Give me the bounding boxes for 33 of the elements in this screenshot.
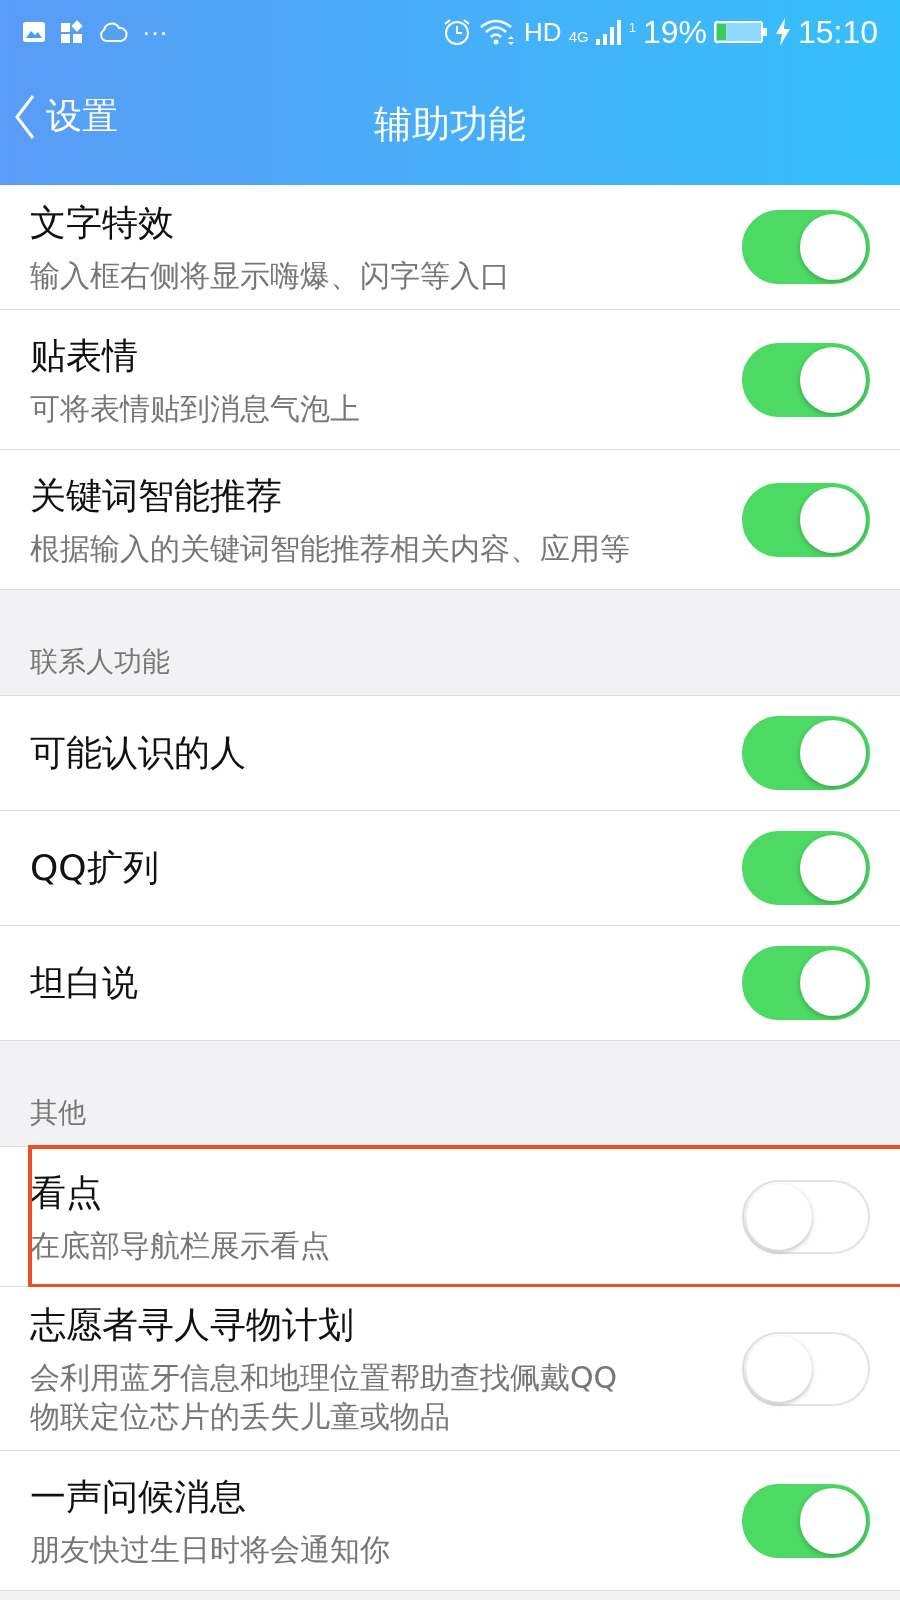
charging-icon (774, 18, 791, 46)
sim-number: 1 (628, 19, 636, 35)
cloud-icon (98, 21, 128, 43)
back-chevron-icon (14, 92, 36, 141)
setting-title: 坦白说 (30, 960, 139, 1005)
network-label: HD (524, 16, 562, 48)
signal-icon (595, 19, 622, 45)
setting-description: 朋友快过生日时将会通知你 (30, 1530, 391, 1569)
setting-title: 文字特效 (30, 201, 175, 245)
battery-icon (713, 20, 768, 44)
back-button[interactable]: 设置 (14, 92, 118, 141)
setting-description: 在底部导航栏展示看点 (30, 1226, 331, 1265)
back-label[interactable]: 设置 (46, 92, 118, 141)
setting-description: 根据输入的关键词智能推荐相关内容、应用等 (30, 529, 631, 568)
setting-description: 输入框右侧将显示嗨爆、闪字等入口 (30, 257, 511, 295)
picture-icon (22, 21, 46, 43)
clock-time: 15:10 (797, 13, 878, 51)
setting-description: 会利用蓝牙信息和地理位置帮助查找佩戴QQ物联定位芯片的丢失儿童或物品 (30, 1359, 619, 1436)
setting-title: 贴表情 (30, 333, 139, 378)
setting-title: 一声问候消息 (30, 1474, 247, 1519)
section-header: 其他 (30, 1095, 86, 1131)
setting-description: 可将表情贴到消息气泡上 (30, 389, 361, 428)
setting-title: 志愿者寻人寻物计划 (30, 1303, 355, 1347)
battery-percent: 19% (642, 13, 707, 51)
setting-title: 看点 (30, 1170, 103, 1215)
page-title: 辅助功能 (374, 101, 526, 148)
setting-title: QQ扩列 (30, 845, 160, 890)
network-type: 4G (568, 27, 589, 45)
setting-title: 可能认识的人 (30, 730, 247, 775)
setting-title: 关键词智能推荐 (30, 473, 283, 518)
apps-icon (60, 20, 84, 44)
more-indicator: ··· (142, 16, 168, 48)
section-header: 联系人功能 (30, 644, 170, 680)
